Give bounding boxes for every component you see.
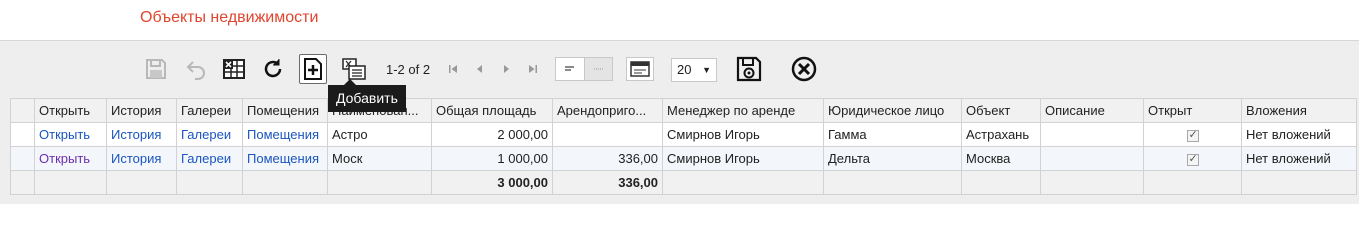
close-icon	[791, 56, 817, 82]
total-area-cell: 1 000,00	[431, 146, 553, 171]
object-cell: Астрахань	[961, 122, 1041, 147]
add-icon	[304, 58, 322, 80]
column-header[interactable]: Вложения	[1241, 98, 1357, 123]
prev-page-icon	[477, 65, 482, 73]
description-cell	[1040, 122, 1144, 147]
add-tooltip: Добавить	[328, 79, 406, 112]
layout-icon	[630, 61, 650, 77]
refresh-icon	[264, 59, 282, 78]
object-cell: Москва	[961, 146, 1041, 171]
details-view-button[interactable]	[584, 58, 612, 80]
column-header[interactable]: Помещения	[242, 98, 328, 123]
row-selector[interactable]	[10, 146, 35, 171]
header-row: Открыть История Галереи Помещения Наимен…	[10, 98, 1357, 123]
save-button[interactable]	[142, 54, 170, 84]
column-header[interactable]: Открыт	[1143, 98, 1242, 123]
row-selector[interactable]	[10, 122, 35, 147]
page-size-value: 20	[677, 62, 692, 77]
column-header[interactable]: Общая площадь	[431, 98, 553, 123]
layout-button[interactable]	[626, 57, 654, 81]
excel-icon	[223, 59, 245, 79]
rentable-area-sum: 336,00	[552, 170, 663, 195]
last-page-button[interactable]	[526, 62, 540, 76]
open-checkbox[interactable]	[1186, 152, 1199, 166]
add-button[interactable]	[299, 54, 327, 84]
history-link[interactable]: История	[111, 151, 161, 166]
undo-icon	[186, 61, 205, 80]
data-grid: Открыть История Галереи Помещения Наимен…	[10, 98, 1357, 195]
manager-cell: Смирнов Игорь	[662, 146, 824, 171]
column-header[interactable]: Объект	[961, 98, 1041, 123]
page-title: Объекты недвижимости	[140, 9, 319, 26]
column-header[interactable]: Галереи	[176, 98, 243, 123]
attachments-cell: Нет вложений	[1241, 146, 1357, 171]
details-view-icon	[593, 68, 604, 70]
total-area-cell: 2 000,00	[431, 122, 553, 147]
view-toggle	[555, 57, 613, 81]
column-header[interactable]: Описание	[1040, 98, 1144, 123]
page-info: 1-2 of 2	[386, 62, 431, 77]
open-link[interactable]: Открыть	[39, 151, 90, 166]
list-view-icon	[565, 66, 574, 71]
rentable-area-cell: 336,00	[552, 146, 663, 171]
save-settings-icon	[736, 56, 762, 82]
column-header[interactable]: История	[106, 98, 177, 123]
chevron-down-icon: ▼	[702, 65, 711, 75]
page-size-select[interactable]: 20 ▼	[671, 58, 717, 82]
save-icon	[146, 59, 166, 79]
column-header[interactable]: Открыть	[34, 98, 107, 123]
open-checkbox[interactable]	[1186, 128, 1199, 142]
first-page-icon	[449, 65, 457, 73]
total-area-sum: 3 000,00	[431, 170, 553, 195]
close-button[interactable]	[790, 54, 818, 84]
table-row[interactable]: Открыть История Галереи Помещения Астро …	[10, 122, 1357, 147]
refresh-button[interactable]	[259, 54, 287, 84]
table-row[interactable]: Открыть История Галереи Помещения Моск 1…	[10, 146, 1357, 171]
save-settings-button[interactable]	[735, 54, 763, 84]
legal-entity-cell: Гамма	[823, 122, 962, 147]
list-view-button[interactable]	[556, 58, 584, 80]
row-selector-header[interactable]	[10, 98, 35, 123]
gallery-link[interactable]: Галереи	[181, 151, 231, 166]
open-link[interactable]: Открыть	[39, 127, 90, 142]
excel-button[interactable]	[220, 54, 248, 84]
description-cell	[1040, 146, 1144, 171]
column-header[interactable]: Арендоприго...	[552, 98, 663, 123]
prev-page-button[interactable]	[472, 62, 486, 76]
next-page-button[interactable]	[500, 62, 514, 76]
page-header: Объекты недвижимости	[0, 0, 1359, 41]
export-icon	[342, 58, 366, 80]
premises-link[interactable]: Помещения	[247, 151, 319, 166]
column-header[interactable]: Юридическое лицо	[823, 98, 962, 123]
name-cell: Астро	[327, 122, 432, 147]
attachments-cell: Нет вложений	[1241, 122, 1357, 147]
premises-link[interactable]: Помещения	[247, 127, 319, 142]
rentable-area-cell	[552, 122, 663, 147]
totals-row: 3 000,00 336,00	[10, 170, 1357, 195]
name-cell: Моск	[327, 146, 432, 171]
legal-entity-cell: Дельта	[823, 146, 962, 171]
column-header[interactable]: Менеджер по аренде	[662, 98, 824, 123]
history-link[interactable]: История	[111, 127, 161, 142]
next-page-icon	[504, 65, 509, 73]
undo-button[interactable]	[182, 54, 210, 84]
last-page-icon	[529, 65, 537, 73]
first-page-button[interactable]	[446, 62, 460, 76]
gallery-link[interactable]: Галереи	[181, 127, 231, 142]
manager-cell: Смирнов Игорь	[662, 122, 824, 147]
